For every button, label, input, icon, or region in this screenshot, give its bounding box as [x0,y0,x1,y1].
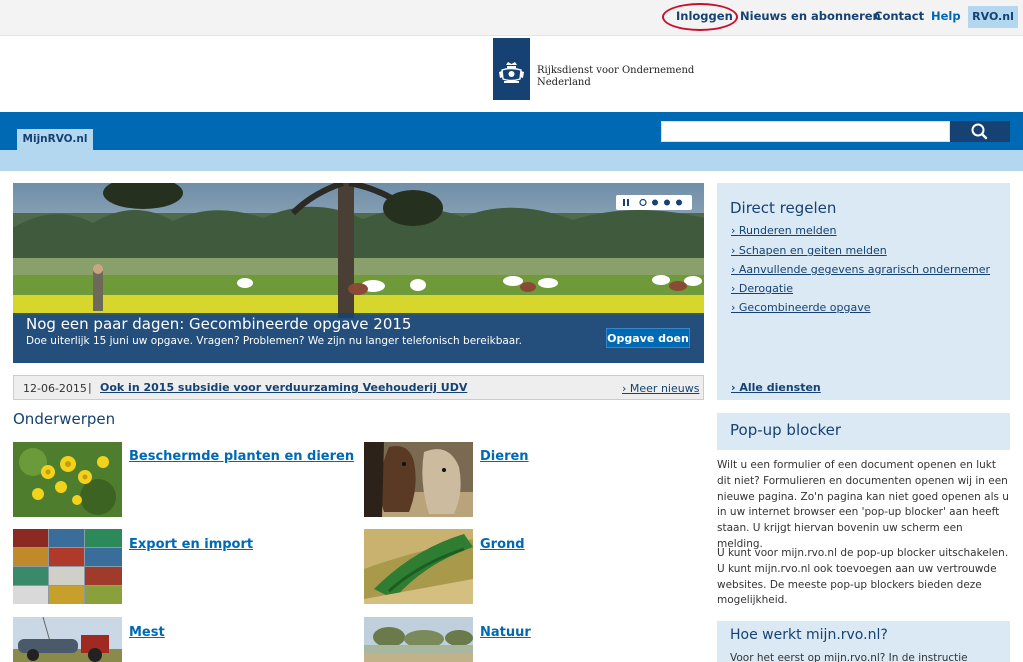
hero-title[interactable]: Nog een paar dagen: Gecombineerde opgave… [26,315,411,333]
topic-image-export[interactable] [13,529,122,604]
logo-wordmark: Rijksdienst voor Ondernemend Nederland [537,65,694,89]
topic-link-export[interactable]: Export en import [129,537,253,552]
contact-link[interactable]: Contact [874,9,924,23]
how-it-works-text: Voor het eerst op mijn.rvo.nl? In de ins… [730,652,968,662]
direct-link-gecombineerde[interactable]: › Gecombineerde opgave [731,301,871,314]
direct-link-label: Gecombineerde opgave [738,301,871,314]
hero-subtitle: Doe uiterlijk 15 juni uw opgave. Vragen?… [26,335,522,347]
more-news-link[interactable]: › Meer nieuws [622,382,699,395]
chevron-right-icon: › [731,263,739,276]
direct-link-derogatie[interactable]: › Derogatie [731,282,793,295]
carousel-dot-2[interactable] [652,199,658,206]
topic-image-animals[interactable] [364,442,473,517]
opgave-doen-button[interactable]: Opgave doen [606,328,690,348]
topic-link-nature[interactable]: Natuur [480,625,531,640]
all-services-label: Alle diensten [739,381,821,394]
crown-emblem-icon [499,62,524,83]
topic-link-land[interactable]: Grond [480,537,525,552]
direct-link-label: Derogatie [738,282,794,295]
rvo-site-link[interactable]: RVO.nl [968,6,1018,28]
logo-line-2: Nederland [537,77,591,88]
topic-link-plants[interactable]: Beschermde planten en dieren [129,449,354,464]
search-icon [971,123,988,140]
carousel-dot-3[interactable] [664,199,670,206]
help-link[interactable]: Help [931,9,961,23]
carousel-dot-4[interactable] [676,199,682,206]
topic-image-land[interactable] [364,529,473,604]
topic-image-manure[interactable] [13,617,122,662]
nav-subbar [0,150,1023,171]
chevron-right-icon: › [731,301,739,314]
topic-link-manure[interactable]: Mest [129,625,165,640]
chevron-right-icon: › [731,224,739,237]
popup-blocker-heading: Pop-up blocker [730,421,842,439]
more-news-label: Meer nieuws [629,382,700,395]
direct-regelen-heading: Direct regelen [730,199,837,217]
chevron-right-icon: › [622,382,630,395]
all-services-link[interactable]: › Alle diensten [731,381,821,394]
direct-link-label: Aanvullende gegevens agrarisch onderneme… [738,263,991,276]
chevron-right-icon: › [731,244,739,257]
search-input[interactable] [661,121,950,142]
tab-mijnrvo[interactable]: MijnRVO.nl [17,129,93,150]
news-date: 12-06-2015 [23,382,87,395]
popup-paragraph-1: Wilt u een formulier of een document ope… [717,459,1009,550]
carousel-dot-1[interactable] [639,198,647,207]
direct-link-label: Schapen en geiten melden [738,244,887,257]
top-utility-bar: Inloggen Nieuws en abonneren Contact Hel… [0,0,1023,36]
popup-paragraph-2: U kunt voor mijn.rvo.nl de pop-up blocke… [717,547,1009,607]
topic-image-nature[interactable] [364,617,473,662]
direct-link-aanvullende[interactable]: › Aanvullende gegevens agrarisch onderne… [731,263,990,276]
rijksoverheid-logo[interactable] [493,38,530,100]
news-subscribe-link[interactable]: Nieuws en abonneren [740,9,881,23]
topic-image-plants[interactable] [13,442,122,517]
news-headline-link[interactable]: Ook in 2015 subsidie voor verduurzaming … [100,381,467,394]
login-highlight-circle [662,3,738,31]
pause-icon[interactable] [623,199,629,206]
chevron-right-icon: › [731,282,739,295]
news-separator: | [88,381,92,394]
logo-line-1: Rijksdienst voor Ondernemend [537,65,695,76]
direct-link-runderen[interactable]: › Runderen melden [731,224,837,237]
how-it-works-heading: Hoe werkt mijn.rvo.nl? [730,627,888,643]
carousel-controls [616,195,692,210]
direct-link-label: Runderen melden [738,224,837,237]
search-button[interactable] [950,121,1010,142]
topics-heading: Onderwerpen [13,410,116,428]
direct-link-schapen[interactable]: › Schapen en geiten melden [731,244,887,257]
topic-link-animals[interactable]: Dieren [480,449,529,464]
main-navbar: MijnRVO.nl [0,112,1023,150]
